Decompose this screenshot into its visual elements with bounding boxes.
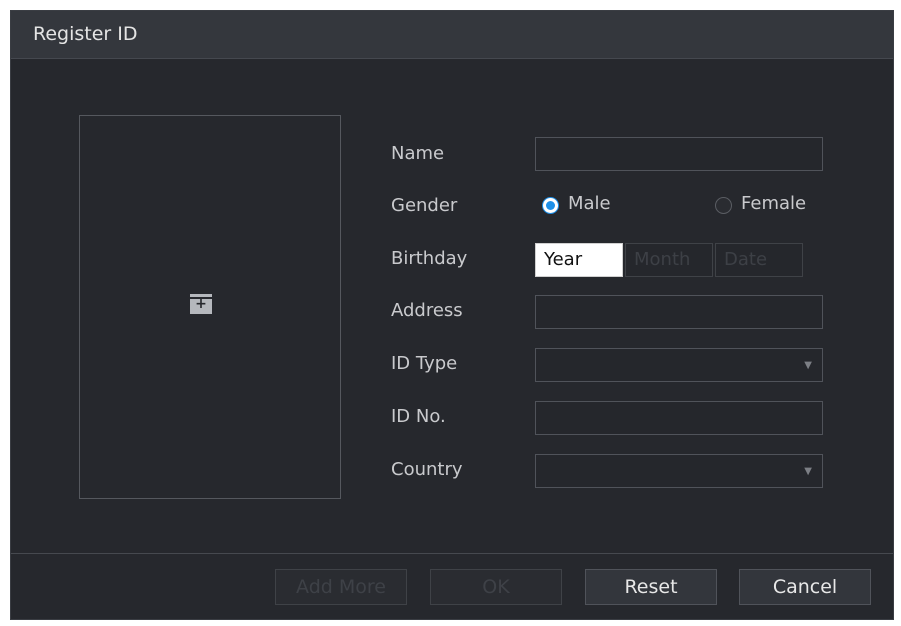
register-id-dialog: Register ID + Name Gender Male Female Bi… <box>10 10 894 620</box>
dialog-title: Register ID <box>33 23 138 45</box>
cancel-button[interactable]: Cancel <box>739 569 871 605</box>
address-field[interactable] <box>535 295 823 329</box>
title-bar: Register ID <box>11 11 893 59</box>
birthday-date-field[interactable]: Date <box>715 243 803 277</box>
birthday-label: Birthday <box>391 248 468 269</box>
gender-label: Gender <box>391 195 458 216</box>
add-photo-icon[interactable]: + <box>190 294 212 314</box>
name-label: Name <box>391 143 445 164</box>
radio-unselected-icon <box>715 197 732 214</box>
photo-area[interactable]: + <box>79 115 341 499</box>
country-label: Country <box>391 459 463 480</box>
footer-divider <box>11 553 893 554</box>
add-more-button[interactable]: Add More <box>275 569 407 605</box>
birthday-year-field[interactable]: Year <box>535 243 623 277</box>
gender-male-label: Male <box>568 193 611 214</box>
ok-button[interactable]: OK <box>430 569 562 605</box>
radio-selected-icon <box>542 197 559 214</box>
id-type-label: ID Type <box>391 353 458 374</box>
name-field[interactable] <box>535 137 823 171</box>
id-no-field[interactable] <box>535 401 823 435</box>
birthday-month-field[interactable]: Month <box>625 243 713 277</box>
address-label: Address <box>391 300 463 321</box>
id-no-label: ID No. <box>391 406 446 427</box>
reset-button[interactable]: Reset <box>585 569 717 605</box>
id-type-select[interactable]: ▼ <box>535 348 823 382</box>
chevron-down-icon: ▼ <box>804 466 812 477</box>
chevron-down-icon: ▼ <box>804 360 812 371</box>
country-select[interactable]: ▼ <box>535 454 823 488</box>
gender-female-label: Female <box>741 193 807 214</box>
